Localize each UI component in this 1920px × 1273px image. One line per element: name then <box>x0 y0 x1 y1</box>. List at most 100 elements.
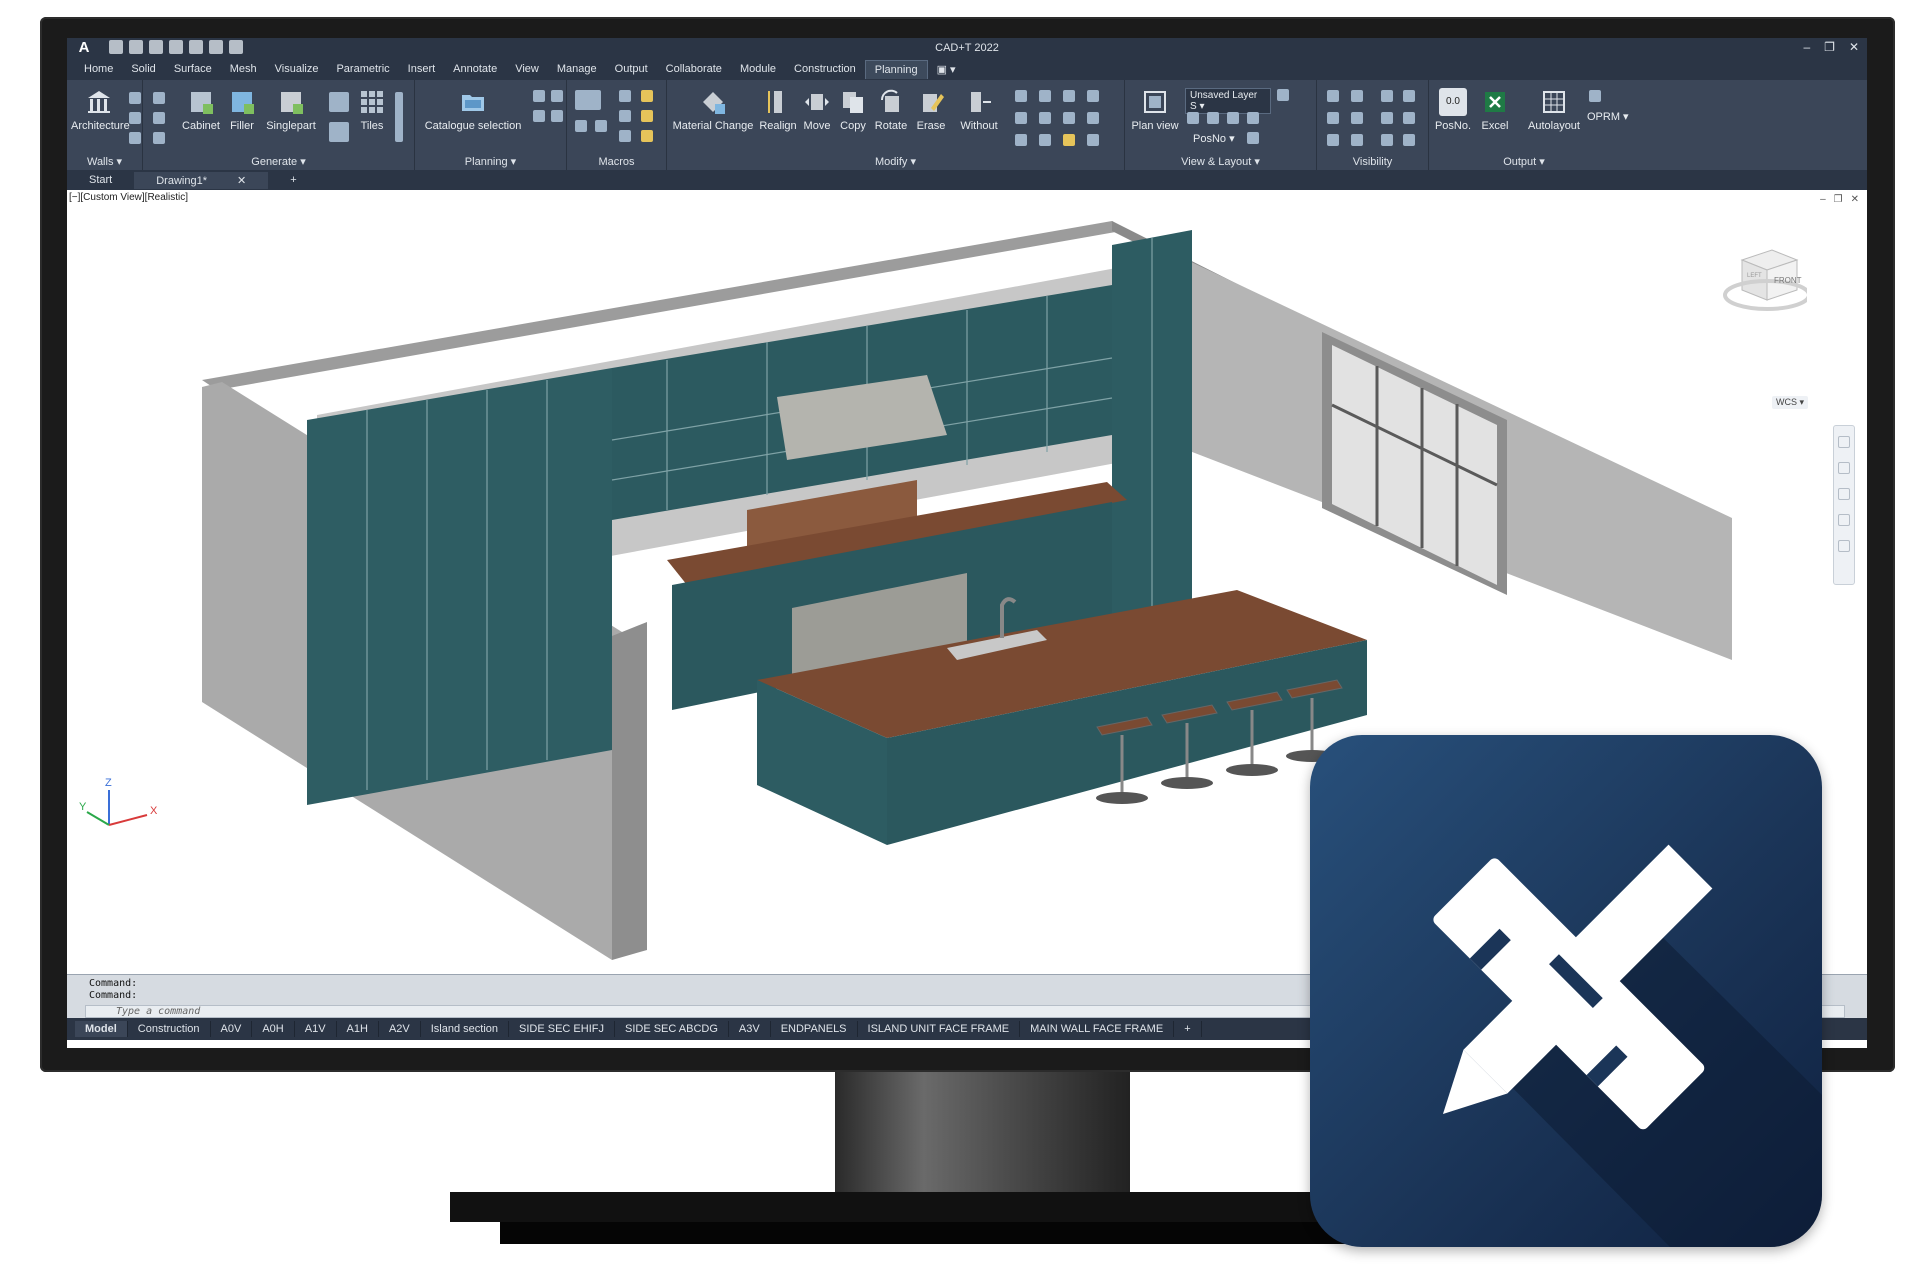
wall-tool-icon[interactable] <box>129 132 141 144</box>
wall-tool-icon[interactable] <box>129 92 141 104</box>
macro-icon[interactable] <box>619 130 631 142</box>
generate-tool-icon[interactable] <box>153 92 165 104</box>
layout-tool-icon[interactable] <box>1187 112 1199 124</box>
viewcube[interactable]: FRONT LEFT <box>1717 240 1811 320</box>
tab-manage[interactable]: Manage <box>548 60 606 78</box>
visibility-tool-icon[interactable] <box>1381 134 1393 146</box>
catalogue-selection-button[interactable]: Catalogue selection <box>423 88 523 132</box>
tab-collaborate[interactable]: Collaborate <box>657 60 731 78</box>
add-layout-button[interactable]: + <box>1174 1021 1202 1037</box>
wall-tool-icon[interactable] <box>129 112 141 124</box>
without-button[interactable]: Without <box>957 88 1001 132</box>
tab-planning[interactable]: Planning <box>864 59 928 79</box>
posno-output-button[interactable]: 0.0 PosNo. <box>1433 88 1473 132</box>
layout-tab[interactable]: ENDPANELS <box>771 1021 858 1037</box>
singlepart-button[interactable]: Singlepart <box>263 88 319 132</box>
corner-tool-icon[interactable] <box>329 92 349 112</box>
tab-view[interactable]: View <box>506 60 548 78</box>
wcs-menu[interactable]: WCS ▾ <box>1772 396 1809 409</box>
macro-icon[interactable] <box>595 120 607 132</box>
layout-tab[interactable]: A1H <box>337 1021 379 1037</box>
macro-icon[interactable] <box>641 90 653 102</box>
tab-module[interactable]: Module <box>731 60 785 78</box>
layout-tab[interactable]: Island section <box>421 1021 510 1037</box>
workspace-dropdown[interactable]: ▣ ▾ <box>928 60 965 79</box>
visibility-tool-icon[interactable] <box>1403 90 1415 102</box>
layout-tool-icon[interactable] <box>1247 112 1259 124</box>
modify-tool-icon[interactable] <box>1087 134 1099 146</box>
visibility-tool-icon[interactable] <box>1403 112 1415 124</box>
tab-parametric[interactable]: Parametric <box>327 60 398 78</box>
file-tab-drawing[interactable]: Drawing1* ✕ <box>134 171 269 189</box>
tiles-button[interactable]: Tiles <box>355 88 389 132</box>
tab-annotate[interactable]: Annotate <box>444 60 506 78</box>
filler-button[interactable]: Filler <box>225 88 259 132</box>
architecture-button[interactable]: Architecture <box>71 88 130 132</box>
modify-tool-icon[interactable] <box>1015 90 1027 102</box>
posno-dropdown[interactable]: PosNo ▾ <box>1193 132 1243 145</box>
layer-icon[interactable] <box>1277 89 1289 101</box>
file-tab-start[interactable]: Start <box>67 172 134 188</box>
layout-tab[interactable]: A3V <box>729 1021 771 1037</box>
visibility-tool-icon[interactable] <box>1403 134 1415 146</box>
corner-tool-icon[interactable] <box>329 122 349 142</box>
layout-tab[interactable]: A1V <box>295 1021 337 1037</box>
restore-icon[interactable]: ❐ <box>1824 40 1835 54</box>
modify-tool-icon[interactable] <box>1087 112 1099 124</box>
macro-icon[interactable] <box>619 110 631 122</box>
tab-construction[interactable]: Construction <box>785 60 865 78</box>
realign-button[interactable]: Realign <box>759 88 797 132</box>
close-tab-icon[interactable]: ✕ <box>237 175 246 187</box>
minimize-icon[interactable]: – <box>1803 40 1810 54</box>
tab-home[interactable]: Home <box>75 60 122 78</box>
pan-icon[interactable] <box>1838 462 1850 474</box>
modify-tool-icon[interactable] <box>1039 90 1051 102</box>
showmotion-icon[interactable] <box>1838 540 1850 552</box>
layout-tab-model[interactable]: Model <box>75 1021 128 1037</box>
visibility-tool-icon[interactable] <box>1351 90 1363 102</box>
cabinet-button[interactable]: Cabinet <box>181 88 221 132</box>
macro-icon[interactable] <box>641 130 653 142</box>
layout-tab[interactable]: A2V <box>379 1021 421 1037</box>
copy-button[interactable]: Copy <box>837 88 869 132</box>
macro-icon[interactable] <box>641 110 653 122</box>
planning-tool-icon[interactable] <box>551 90 563 102</box>
close-icon[interactable]: ✕ <box>1849 40 1859 54</box>
layout-tab[interactable]: A0H <box>252 1021 295 1037</box>
layout-tool-icon[interactable] <box>1207 112 1219 124</box>
tab-solid[interactable]: Solid <box>122 60 164 78</box>
macro-icon[interactable] <box>575 90 601 110</box>
material-change-button[interactable]: Material Change <box>671 88 755 132</box>
visibility-tool-icon[interactable] <box>1327 90 1339 102</box>
planning-tool-icon[interactable] <box>533 90 545 102</box>
visibility-tool-icon[interactable] <box>1351 112 1363 124</box>
modify-tool-icon[interactable] <box>1015 112 1027 124</box>
layout-tab[interactable]: MAIN WALL FACE FRAME <box>1020 1021 1175 1037</box>
planning-tool-icon[interactable] <box>533 110 545 122</box>
generate-tool-icon[interactable] <box>153 112 165 124</box>
excel-button[interactable]: Excel <box>1477 88 1513 132</box>
orbit-icon[interactable] <box>1838 514 1850 526</box>
modify-tool-icon[interactable] <box>1063 112 1075 124</box>
pencil-icon[interactable] <box>395 92 403 142</box>
move-button[interactable]: Move <box>801 88 833 132</box>
layout-tool-icon[interactable] <box>1247 132 1259 144</box>
rotate-button[interactable]: Rotate <box>873 88 909 132</box>
layout-tab[interactable]: ISLAND UNIT FACE FRAME <box>858 1021 1021 1037</box>
modify-tool-icon[interactable] <box>1039 112 1051 124</box>
planning-tool-icon[interactable] <box>551 110 563 122</box>
modify-tool-icon[interactable] <box>1039 134 1051 146</box>
layer-select-dropdown[interactable]: Unsaved Layer S ▾ <box>1185 88 1271 114</box>
modify-tool-icon[interactable] <box>1063 90 1075 102</box>
tab-output[interactable]: Output <box>606 60 657 78</box>
plan-view-button[interactable]: Plan view <box>1129 88 1181 132</box>
oprm-dropdown[interactable]: OPRM ▾ <box>1587 110 1643 123</box>
modify-tool-icon[interactable] <box>1087 90 1099 102</box>
visibility-tool-icon[interactable] <box>1381 90 1393 102</box>
layout-tab[interactable]: SIDE SEC EHIFJ <box>509 1021 615 1037</box>
tab-visualize[interactable]: Visualize <box>266 60 328 78</box>
layout-tab[interactable]: A0V <box>211 1021 253 1037</box>
zoom-icon[interactable] <box>1838 488 1850 500</box>
visibility-tool-icon[interactable] <box>1351 134 1363 146</box>
new-tab-button[interactable]: + <box>268 172 318 188</box>
